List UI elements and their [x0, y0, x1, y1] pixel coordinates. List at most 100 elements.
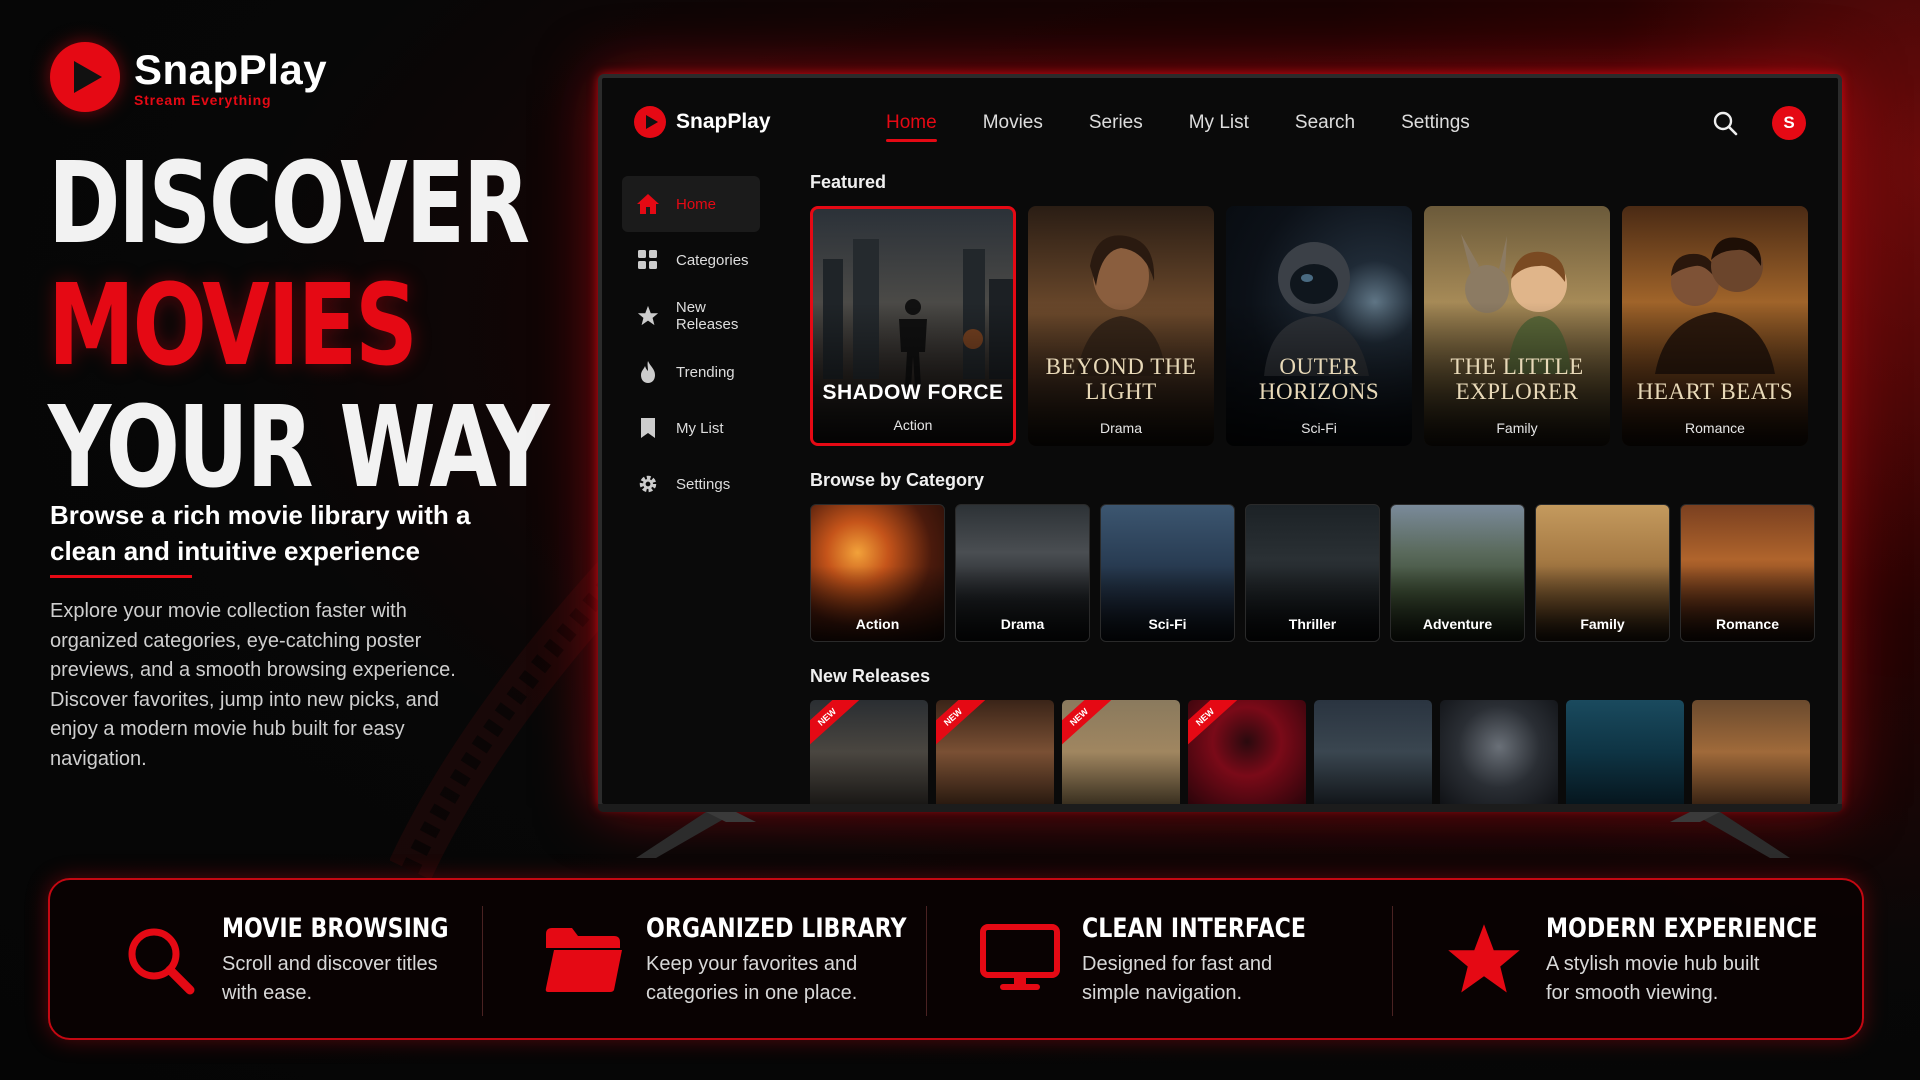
sidebar-item-home[interactable]: Home [622, 176, 760, 232]
feature-description: Designed for fast and simple navigation. [1082, 952, 1273, 1004]
divider [50, 575, 192, 578]
feature-title: CLEAN INTERFACE [1082, 912, 1306, 944]
poster-genre: Action [893, 417, 933, 433]
poster-title: BEYOND THE LIGHT [1045, 354, 1197, 404]
poster-title: HEART BEATS [1636, 379, 1794, 404]
avatar[interactable]: S [1772, 106, 1806, 140]
feature-title: MODERN EXPERIENCE [1546, 912, 1818, 944]
featured-row: SHADOW FORCE Action BEYOND THE LIGHT Dra… [810, 206, 1808, 446]
sidebar-item-trending[interactable]: Trending [622, 344, 772, 400]
sidebar-item-label: Home [676, 195, 717, 213]
sidebar-item-categories[interactable]: Categories [622, 232, 772, 288]
category-label: Sci-Fi [1148, 616, 1187, 632]
poster-genre: Family [1496, 420, 1538, 436]
nav-search[interactable]: Search [1295, 112, 1355, 142]
brand-name: SnapPlay [134, 46, 328, 93]
sidebar-item-new-releases[interactable]: New Releases [622, 288, 772, 344]
category-tile[interactable]: Drama [955, 504, 1090, 642]
category-label: Adventure [1422, 616, 1493, 632]
nav-home[interactable]: Home [886, 112, 937, 142]
poster-title: THE LITTLE EXPLORER [1450, 354, 1584, 404]
category-label: Family [1580, 616, 1625, 632]
release-poster[interactable] [1566, 700, 1684, 804]
nav-movies[interactable]: Movies [983, 112, 1043, 142]
tv-stand-right [1670, 812, 1790, 858]
release-poster[interactable] [1692, 700, 1810, 804]
hero-headline: DISCOVER MOVIES YOUR WAY [48, 148, 688, 504]
star-icon [636, 304, 660, 328]
category-tile[interactable]: Action [810, 504, 945, 642]
app-logo-text: SnapPlay [676, 110, 771, 133]
search-icon[interactable] [1712, 110, 1738, 141]
tv-stand-left [636, 812, 756, 858]
headline-line-3: YOUR WAY [48, 383, 550, 513]
bookmark-icon [636, 416, 660, 440]
sidebar-item-label: Categories [676, 251, 749, 269]
sidebar-item-label: Trending [676, 363, 735, 381]
feature-description: A stylish movie hub built for smooth vie… [1546, 952, 1760, 1004]
category-tile[interactable]: Adventure [1390, 504, 1525, 642]
feature-movie-browsing: MOVIE BROWSING Scroll and discover title… [120, 880, 498, 1040]
release-poster[interactable] [1314, 700, 1432, 804]
play-logo-icon [634, 106, 666, 138]
poster-genre: Romance [1685, 420, 1745, 436]
play-logo-icon [50, 42, 120, 112]
category-row: Action Drama Sci-Fi Thriller Adventure F… [810, 504, 1815, 642]
category-label: Thriller [1288, 616, 1337, 632]
category-tile[interactable]: Thriller [1245, 504, 1380, 642]
featured-poster[interactable]: SHADOW FORCE Action [810, 206, 1016, 446]
featured-poster[interactable]: BEYOND THE LIGHT Drama [1028, 206, 1214, 446]
new-badge: NEW [1062, 700, 1112, 748]
feature-title: MOVIE BROWSING [222, 912, 449, 944]
monitor-icon [980, 920, 1060, 1000]
app-header: SnapPlay Home Movies Series My List Sear… [602, 78, 1838, 168]
release-poster[interactable]: NEW [810, 700, 928, 804]
feature-modern-experience: MODERN EXPERIENCE A stylish movie hub bu… [1444, 880, 1877, 1040]
star-icon [1444, 920, 1524, 1000]
new-badge: NEW [1188, 700, 1238, 748]
brand: SnapPlay Stream Everything [50, 42, 327, 112]
category-label: Action [855, 616, 900, 632]
release-poster[interactable]: NEW [936, 700, 1054, 804]
category-tile[interactable]: Family [1535, 504, 1670, 642]
featured-title: Featured [810, 172, 887, 192]
divider [926, 906, 927, 1016]
poster-title: OUTER HORIZONS [1258, 354, 1380, 404]
top-nav: Home Movies Series My List Search Settin… [886, 112, 1516, 142]
features-panel: MOVIE BROWSING Scroll and discover title… [48, 878, 1864, 1040]
new-releases-row: NEW NEW NEW NEW [810, 700, 1810, 804]
nav-series[interactable]: Series [1089, 112, 1143, 142]
poster-genre: Drama [1099, 420, 1142, 436]
gear-icon [636, 472, 660, 496]
release-poster[interactable]: NEW [1062, 700, 1180, 804]
sidebar-item-my-list[interactable]: My List [622, 400, 772, 456]
divider [1392, 906, 1393, 1016]
feature-organized-library: ORGANIZED LIBRARY Keep your favorites an… [544, 880, 964, 1040]
feature-clean-interface: CLEAN INTERFACE Designed for fast and si… [980, 880, 1355, 1040]
app-logo[interactable]: SnapPlay [634, 106, 771, 138]
nav-settings[interactable]: Settings [1401, 112, 1470, 142]
featured-poster[interactable]: OUTER HORIZONS Sci-Fi [1226, 206, 1412, 446]
featured-poster[interactable]: HEART BEATS Romance [1622, 206, 1808, 446]
sidebar-item-settings[interactable]: Settings [622, 456, 772, 512]
folder-icon [544, 920, 624, 1000]
feature-description: Scroll and discover titles with ease. [222, 952, 438, 1004]
nav-my-list[interactable]: My List [1189, 112, 1249, 142]
category-tile[interactable]: Sci-Fi [1100, 504, 1235, 642]
release-poster[interactable] [1440, 700, 1558, 804]
sidebar: Home Categories New Releases Trending My… [622, 176, 772, 512]
sidebar-item-label: Settings [676, 475, 731, 493]
flame-icon [636, 360, 660, 384]
sidebar-item-label: New Releases [675, 299, 739, 333]
brand-tagline: Stream Everything [134, 92, 272, 108]
poster-genre: Sci-Fi [1301, 420, 1337, 436]
featured-poster[interactable]: THE LITTLE EXPLORER Family [1424, 206, 1610, 446]
grid-icon [636, 248, 660, 272]
headline-line-1: DISCOVER [48, 139, 530, 269]
category-tile[interactable]: Romance [1680, 504, 1815, 642]
release-poster[interactable]: NEW [1188, 700, 1306, 804]
sidebar-item-label: My List [676, 419, 724, 437]
new-releases-title: New Releases [810, 666, 931, 686]
poster-title: SHADOW FORCE [822, 381, 1004, 404]
search-icon [120, 920, 200, 1000]
